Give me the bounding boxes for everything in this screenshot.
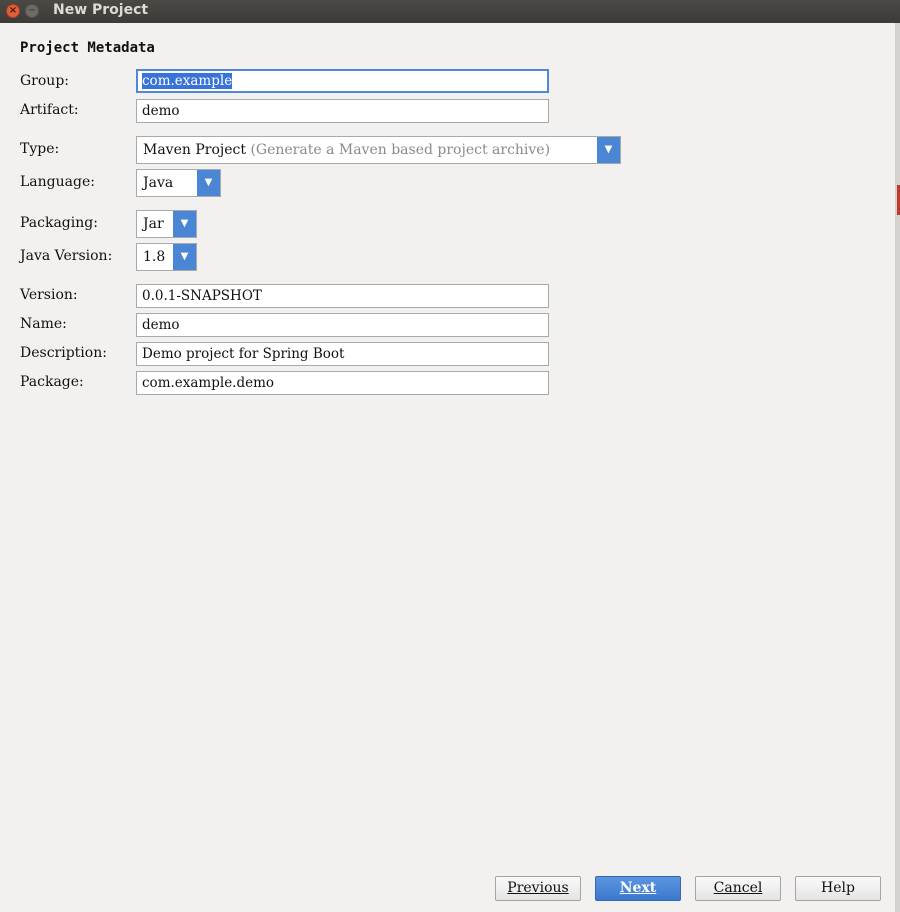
window-titlebar: × − New Project: [0, 0, 900, 23]
artifact-label: Artifact:: [20, 102, 79, 118]
description-label: Description:: [20, 345, 107, 361]
close-icon[interactable]: ×: [6, 4, 20, 18]
packaging-select[interactable]: Jar ▼: [136, 210, 197, 238]
group-label: Group:: [20, 73, 69, 89]
version-input[interactable]: 0.0.1-SNAPSHOT: [136, 284, 549, 308]
language-label: Language:: [20, 174, 95, 190]
previous-button[interactable]: Previous: [495, 876, 581, 901]
window-edge: [895, 23, 900, 912]
package-input[interactable]: com.example.demo: [136, 371, 549, 395]
packaging-label: Packaging:: [20, 215, 98, 231]
section-title: Project Metadata: [20, 40, 155, 56]
chevron-down-icon[interactable]: ▼: [197, 170, 220, 196]
new-project-dialog: Project Metadata Group: com.example Arti…: [0, 23, 895, 912]
artifact-input[interactable]: demo: [136, 99, 549, 123]
chevron-down-icon[interactable]: ▼: [597, 137, 620, 163]
name-input[interactable]: demo: [136, 313, 549, 337]
version-label: Version:: [20, 287, 78, 303]
help-button[interactable]: Help: [795, 876, 881, 901]
help-button-label: Help: [821, 880, 855, 896]
type-select[interactable]: Maven Project (Generate a Maven based pr…: [136, 136, 621, 164]
language-value: Java: [143, 175, 174, 191]
name-label: Name:: [20, 316, 67, 332]
cancel-button-label: Cancel: [713, 880, 763, 896]
next-button[interactable]: Next: [595, 876, 681, 901]
window-title: New Project: [53, 2, 149, 18]
java-version-label: Java Version:: [20, 248, 113, 264]
group-input[interactable]: com.example: [136, 69, 549, 93]
cancel-button[interactable]: Cancel: [695, 876, 781, 901]
chevron-down-icon[interactable]: ▼: [173, 244, 196, 270]
chevron-down-icon[interactable]: ▼: [173, 211, 196, 237]
type-value: Maven Project: [143, 142, 246, 158]
type-label: Type:: [20, 141, 60, 157]
type-hint: (Generate a Maven based project archive): [250, 142, 551, 158]
minimize-icon[interactable]: −: [25, 4, 39, 18]
language-select[interactable]: Java ▼: [136, 169, 221, 197]
packaging-value: Jar: [143, 216, 164, 232]
previous-button-label: Previous: [507, 880, 569, 896]
next-button-label: Next: [619, 880, 657, 896]
java-version-value: 1.8: [143, 249, 166, 265]
java-version-select[interactable]: 1.8 ▼: [136, 243, 197, 271]
group-value: com.example: [142, 73, 233, 89]
package-label: Package:: [20, 374, 84, 390]
description-input[interactable]: Demo project for Spring Boot: [136, 342, 549, 366]
